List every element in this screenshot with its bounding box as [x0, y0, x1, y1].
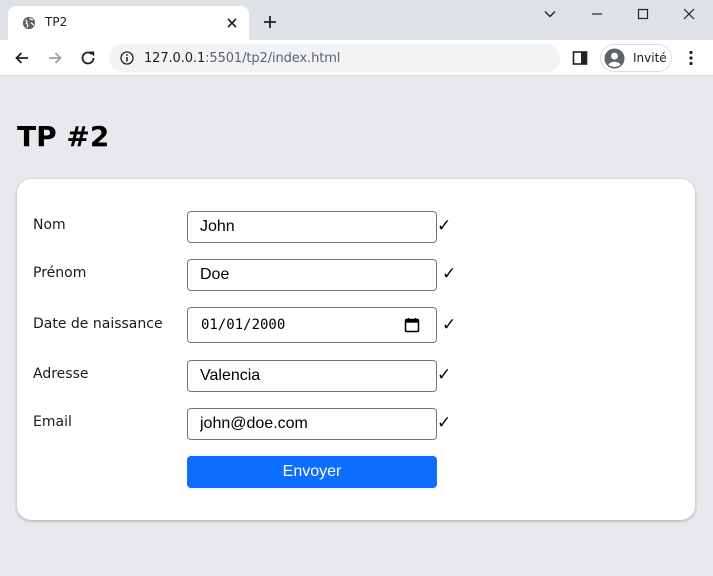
calendar-icon[interactable]: [404, 317, 420, 333]
email-input[interactable]: [187, 408, 437, 440]
reload-button[interactable]: [76, 46, 100, 70]
tab-search-button[interactable]: [527, 0, 573, 28]
tab-title: TP2: [45, 15, 68, 29]
window-close-icon: [683, 8, 695, 20]
maximize-icon: [637, 8, 649, 20]
nom-valid-check: ✓: [437, 216, 452, 236]
adresse-valid-check: ✓: [437, 365, 452, 385]
globe-icon: [22, 16, 36, 30]
adresse-input[interactable]: [187, 360, 437, 392]
url-text: 127.0.0.1:5501/tp2/index.html: [144, 51, 340, 66]
date-valid-check: ✓: [442, 315, 457, 335]
maximize-button[interactable]: [620, 0, 666, 28]
chevron-down-icon: [544, 11, 556, 18]
profile-button[interactable]: Invité: [600, 44, 672, 72]
address-bar[interactable]: 127.0.0.1:5501/tp2/index.html: [109, 44, 560, 72]
close-icon[interactable]: [224, 15, 240, 31]
url-path: :5501/tp2/index.html: [205, 51, 341, 66]
prenom-valid-check: ✓: [442, 264, 457, 284]
back-button[interactable]: [10, 46, 34, 70]
minimize-icon: [592, 13, 602, 15]
plus-icon[interactable]: [261, 13, 279, 31]
forward-arrow-icon: [49, 52, 62, 64]
date-naissance-input[interactable]: 01/01/2000: [187, 307, 437, 343]
account-icon: [604, 48, 625, 69]
email-valid-check: ✓: [437, 413, 452, 433]
label-prenom: Prénom: [33, 265, 87, 281]
side-panel-icon[interactable]: [571, 49, 589, 67]
more-vert-icon[interactable]: [682, 49, 700, 67]
reload-icon: [81, 51, 95, 65]
date-value: 01/01/2000: [201, 317, 286, 333]
back-arrow-icon: [15, 52, 28, 64]
url-host: 127.0.0.1: [144, 51, 206, 66]
prenom-input[interactable]: [187, 259, 437, 291]
browser-tab[interactable]: TP2: [8, 6, 249, 40]
form-card: Nom ✓ Prénom ✓ Date de naissance 01/01/2…: [17, 179, 695, 520]
submit-button[interactable]: Envoyer: [187, 456, 437, 488]
label-date-naissance: Date de naissance: [33, 316, 163, 332]
info-icon[interactable]: [120, 51, 134, 65]
label-email: Email: [33, 414, 72, 430]
page-title: TP #2: [17, 120, 110, 153]
label-nom: Nom: [33, 217, 66, 233]
minimize-button[interactable]: [574, 0, 620, 28]
browser-toolbar: 127.0.0.1:5501/tp2/index.html Invité: [0, 40, 713, 76]
profile-label: Invité: [633, 51, 667, 65]
forward-button[interactable]: [43, 46, 67, 70]
window-close-button[interactable]: [666, 0, 712, 28]
tab-strip: TP2: [0, 0, 713, 40]
label-adresse: Adresse: [33, 366, 89, 382]
nom-input[interactable]: [187, 211, 437, 243]
